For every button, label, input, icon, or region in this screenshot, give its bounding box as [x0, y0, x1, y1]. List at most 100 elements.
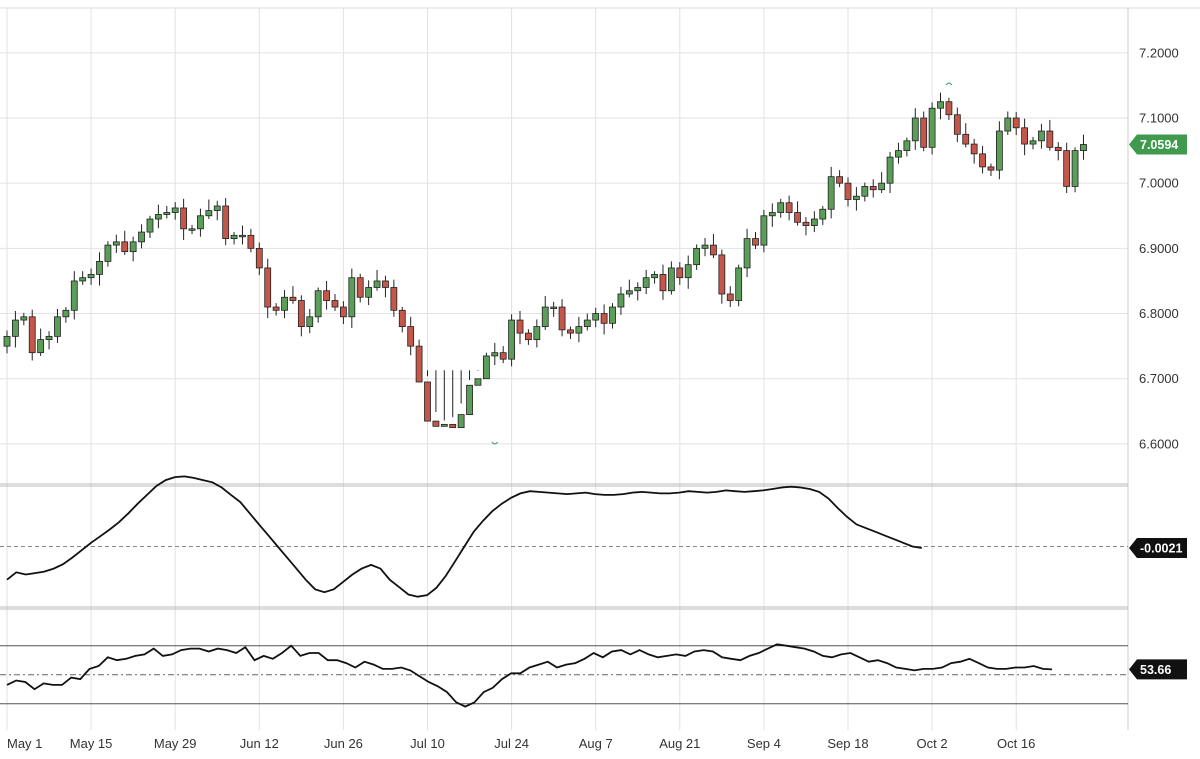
y-tick-label: 7.2000: [1139, 45, 1179, 60]
candle-up: [482, 355, 490, 380]
candle-down: [920, 117, 928, 148]
candle-down: [962, 133, 970, 145]
candle-down: [272, 306, 280, 311]
candle-down: [415, 345, 423, 383]
candle-down: [382, 280, 389, 288]
candle-up: [886, 156, 894, 184]
candle-down: [339, 306, 347, 318]
candle-down: [836, 176, 843, 184]
candle-up: [1071, 150, 1079, 187]
x-tick-label: Jun 26: [324, 736, 363, 751]
candle-down: [785, 202, 793, 213]
candle-up: [79, 277, 87, 282]
candle-down: [525, 332, 532, 341]
candle-up: [12, 319, 19, 337]
candle-up: [314, 290, 322, 318]
candle-down: [264, 267, 272, 308]
candle-down: [222, 205, 230, 239]
x-tick-label: Oct 16: [997, 736, 1035, 751]
candle-down: [979, 153, 986, 168]
y-tick-label: 6.7000: [1139, 371, 1179, 386]
x-tick-label: May 29: [154, 736, 197, 751]
candle-down: [567, 329, 574, 334]
candle-up: [239, 234, 246, 238]
candle-up: [62, 309, 70, 318]
candle-up: [701, 244, 709, 249]
oscillator-panel: [0, 475, 1128, 598]
candle-up: [878, 182, 886, 191]
candle-up: [138, 231, 145, 243]
y-tick-label: 6.8000: [1139, 306, 1179, 321]
candle-down: [600, 313, 608, 324]
candle-up: [743, 238, 751, 269]
oscillator-line: [6, 475, 922, 598]
candle-up: [457, 414, 465, 429]
candle-down: [1046, 130, 1054, 148]
candle-up: [928, 107, 936, 148]
candle-down: [28, 316, 36, 354]
candle-down: [1021, 127, 1029, 145]
candle-down: [987, 166, 995, 171]
candle-down: [659, 274, 667, 292]
candle-up: [45, 335, 53, 341]
candle-down: [869, 186, 877, 191]
x-tick-label: Sep 4: [747, 736, 781, 751]
candle-down: [289, 296, 297, 301]
candle-up: [634, 287, 642, 292]
candle-down: [180, 207, 188, 230]
candle-up: [104, 244, 112, 262]
candle-up: [491, 352, 499, 357]
candle-down: [726, 293, 734, 301]
candle-up: [146, 218, 154, 233]
candle-down: [356, 277, 364, 298]
candle-up: [1038, 130, 1045, 142]
candle-down: [432, 420, 440, 427]
candle-up: [684, 264, 692, 279]
date-axis: May 1 May 15 May 29 Jun 12 Jun 26 Jul 10 Jul 2…: [7, 736, 1035, 751]
candle-up: [861, 186, 869, 197]
candle-up: [541, 306, 549, 327]
candle-up: [3, 335, 11, 347]
value-badges: 7.0594 -0.0021 53.66: [1129, 134, 1187, 680]
x-tick-label: May 1: [7, 736, 42, 751]
candle-up: [163, 212, 171, 215]
candle-up: [533, 326, 541, 341]
candle-down: [407, 326, 415, 347]
candle-up: [466, 384, 473, 415]
rsi-panel: [0, 643, 1128, 708]
candle-down: [752, 238, 759, 246]
candle-up: [112, 241, 120, 246]
candle-up: [348, 277, 356, 318]
candle-up: [768, 212, 776, 217]
candle-up: [583, 319, 591, 327]
candle-down: [558, 306, 566, 331]
candle-down: [247, 234, 255, 249]
candle-up: [1029, 140, 1037, 145]
x-tick-label: Sep 18: [827, 736, 868, 751]
x-tick-label: Jul 10: [410, 736, 445, 751]
price-axis: 7.2000 7.1000 7.0000 6.9000 6.8000 6.7000 6.60…: [1139, 45, 1179, 451]
candle-down: [794, 212, 801, 223]
candle-up: [895, 150, 902, 158]
panel-lines: [0, 7, 1200, 730]
y-tick-label: 7.1000: [1139, 111, 1179, 126]
candle-up: [373, 280, 381, 288]
candle-up: [693, 247, 701, 266]
candle-up: [903, 140, 911, 151]
candle-up: [1080, 144, 1087, 151]
candle-down: [945, 101, 953, 116]
y-tick-label: 6.6000: [1139, 436, 1179, 451]
candle-up: [96, 261, 103, 275]
candle-down: [390, 287, 398, 311]
candle-up: [911, 117, 919, 142]
candle-up: [129, 241, 137, 253]
candle-down: [297, 300, 305, 327]
y-tick-label: 7.0000: [1139, 176, 1179, 191]
candle-up: [70, 280, 78, 311]
candle-up: [609, 306, 616, 324]
candle-up: [625, 290, 633, 295]
candle-up: [20, 316, 28, 321]
candle-down: [1063, 150, 1071, 187]
high-marker: [945, 82, 953, 86]
last-price-badge-label: 7.0594: [1140, 138, 1178, 152]
